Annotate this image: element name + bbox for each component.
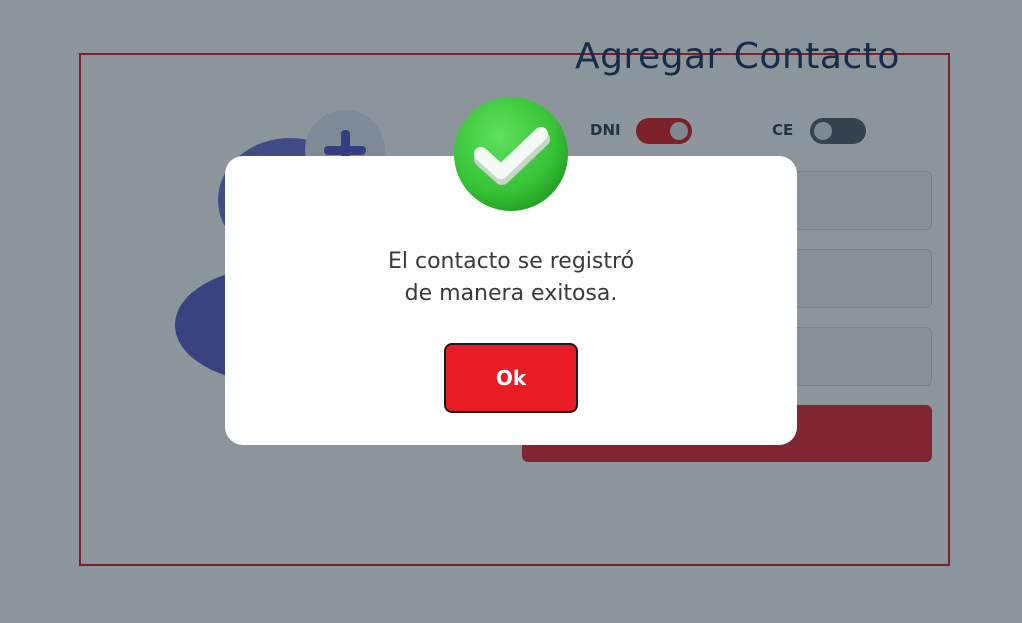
check-circle-icon bbox=[454, 97, 568, 211]
success-message-line-2: de manera exitosa. bbox=[404, 281, 618, 306]
success-message-line-1: El contacto se registró bbox=[387, 249, 635, 274]
success-message: El contacto se registró de manera exitos… bbox=[225, 246, 797, 310]
ok-button[interactable]: Ok bbox=[444, 343, 578, 413]
